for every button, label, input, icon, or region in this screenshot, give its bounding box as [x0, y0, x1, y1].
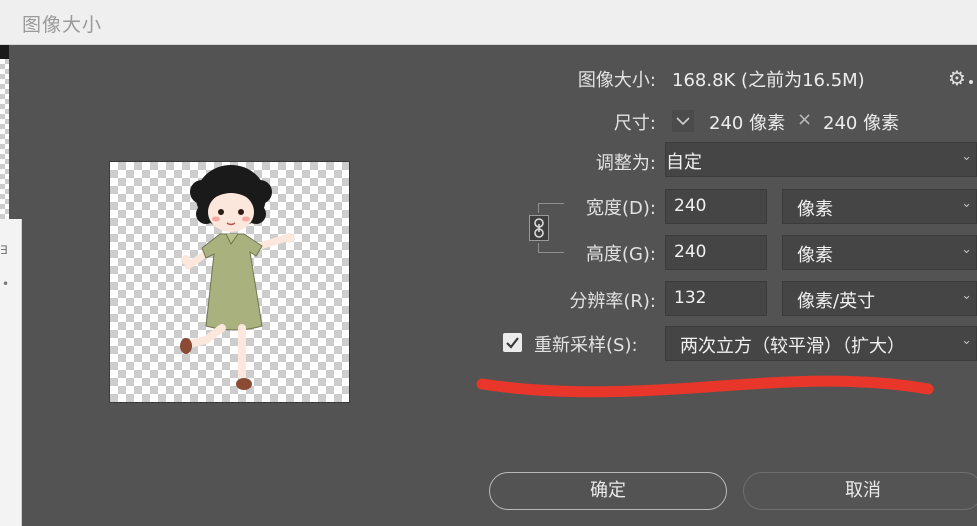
chevron-down-icon: ⌄ [961, 333, 972, 348]
dimensions-units-chevron-icon[interactable] [672, 110, 694, 132]
height-input[interactable]: 240 [665, 235, 767, 270]
image-size-label: 图像大小: [577, 70, 656, 91]
fit-to-select[interactable]: 自定 ⌄ [665, 142, 977, 177]
width-label: 宽度(D): [586, 198, 656, 219]
dimensions-width-value: 240 像素 [709, 113, 786, 134]
image-size-value: 168.8K (之前为16.5M) [672, 70, 865, 91]
link-bracket-top [538, 203, 564, 213]
resample-checkbox[interactable] [503, 333, 522, 352]
background-panel: ∃ • [0, 219, 22, 526]
chevron-down-icon: ⌄ [961, 242, 972, 257]
resample-label[interactable]: 重新采样(S): [534, 331, 638, 357]
chevron-down-icon: ⌄ [961, 288, 972, 303]
background-transparency-grid [0, 59, 9, 219]
more-options-icon[interactable] [969, 80, 973, 84]
resolution-label: 分辨率(R): [569, 291, 656, 312]
fit-to-value: 自定 [666, 152, 702, 173]
dialog-title-bar[interactable]: 图像大小 [0, 0, 977, 45]
width-unit-value: 像素 [797, 199, 833, 220]
resample-method-select[interactable]: 两次立方（较平滑）（扩大） ⌄ [665, 326, 977, 361]
dimensions-height-value: 240 像素 [823, 113, 900, 134]
height-label: 高度(G): [585, 244, 656, 265]
gear-icon[interactable]: ⚙ [948, 66, 966, 90]
resample-method-value: 两次立方（较平滑）（扩大） [680, 336, 905, 357]
dimensions-times-sign: × [797, 109, 813, 130]
background-panel-glyph: ∃ [0, 243, 8, 257]
chevron-down-icon: ⌄ [961, 196, 972, 211]
dialog-title: 图像大小 [22, 14, 103, 36]
ok-button[interactable]: 确定 [489, 472, 727, 510]
height-unit-select[interactable]: 像素 ⌄ [782, 235, 977, 270]
link-icon[interactable] [529, 215, 549, 241]
background-panel-dot: • [2, 277, 10, 291]
cancel-button[interactable]: 取消 [743, 472, 977, 510]
width-unit-select[interactable]: 像素 ⌄ [782, 189, 977, 224]
background-canvas-edge [0, 45, 9, 59]
resolution-unit-select[interactable]: 像素/英寸 ⌄ [782, 281, 977, 316]
checkmark-icon [506, 337, 519, 349]
chevron-down-icon: ⌄ [961, 149, 972, 164]
fit-to-label: 调整为: [595, 153, 656, 174]
height-unit-value: 像素 [797, 245, 833, 266]
preview-figure-illustration [180, 165, 295, 390]
image-preview[interactable] [109, 161, 350, 403]
width-input[interactable]: 240 [665, 189, 767, 224]
resolution-input[interactable]: 132 [665, 281, 767, 316]
dimensions-label: 尺寸: [613, 113, 656, 134]
resolution-unit-value: 像素/英寸 [797, 291, 876, 312]
